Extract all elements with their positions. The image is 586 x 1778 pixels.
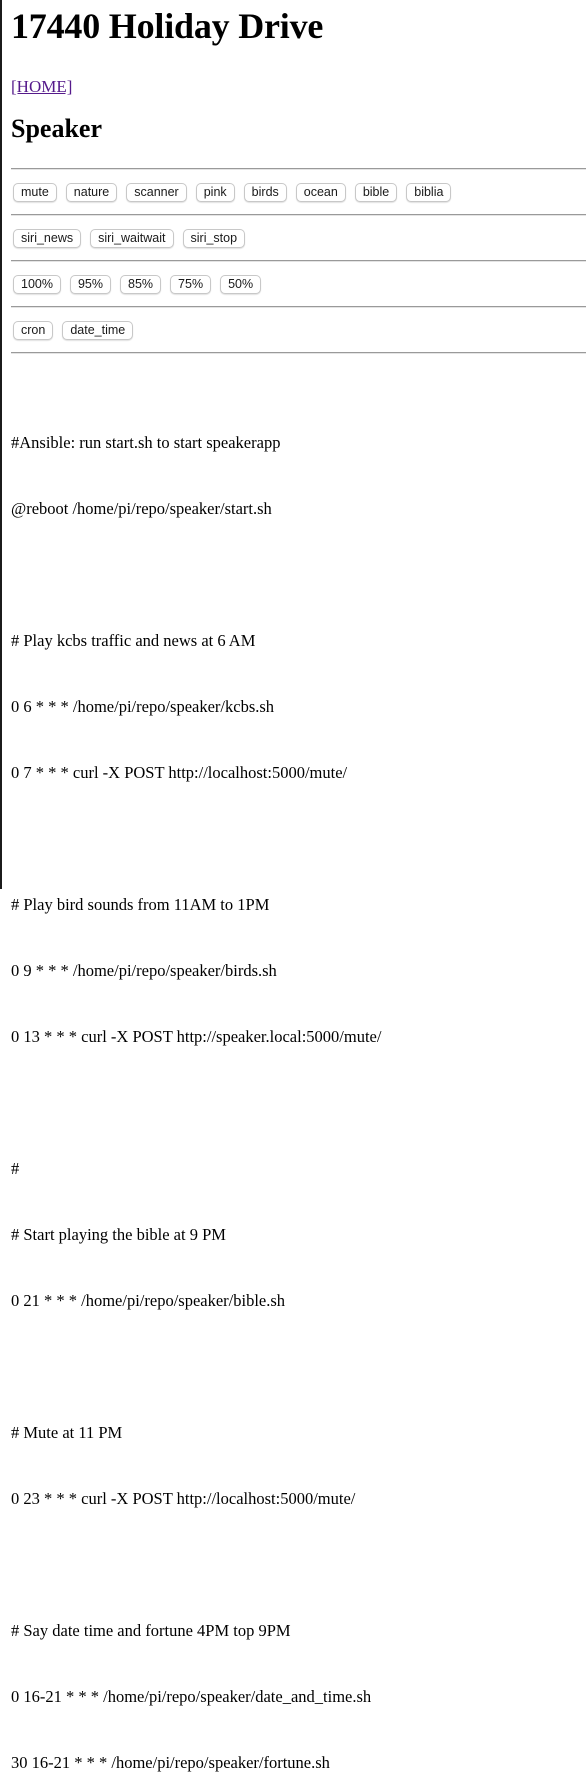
cron-line: # Say date time and fortune 4PM top 9PM bbox=[11, 1621, 291, 1640]
cron-line: # Play kcbs traffic and news at 6 AM bbox=[11, 631, 256, 650]
cron-line bbox=[11, 564, 575, 586]
mute-button[interactable]: mute bbox=[13, 182, 57, 202]
siri-waitwait-button[interactable]: siri_waitwait bbox=[90, 228, 174, 248]
cron-line: 0 13 * * * curl -X POST http://speaker.l… bbox=[11, 1027, 382, 1046]
siri-stop-button[interactable]: siri_stop bbox=[182, 228, 246, 248]
home-link[interactable]: [HOME] bbox=[11, 77, 72, 96]
volume-50-button[interactable]: 50% bbox=[220, 274, 262, 294]
cron-button[interactable]: cron bbox=[13, 320, 54, 340]
cron-line bbox=[11, 828, 575, 850]
cron-line: # Play bird sounds from 11AM to 1PM bbox=[11, 895, 270, 914]
cron-line: #Ansible: run start.sh to start speakera… bbox=[11, 433, 281, 452]
section-title-speaker: Speaker bbox=[11, 114, 102, 143]
cron-line: 0 21 * * * /home/pi/repo/speaker/bible.s… bbox=[11, 1291, 286, 1310]
cron-line bbox=[11, 1356, 575, 1378]
cron-line: # bbox=[11, 1159, 20, 1178]
ocean-button[interactable]: ocean bbox=[295, 182, 346, 202]
cron-line: 30 16-21 * * * /home/pi/repo/speaker/for… bbox=[11, 1753, 330, 1772]
volume-95-button[interactable]: 95% bbox=[69, 274, 112, 294]
cron-line: # Mute at 11 PM bbox=[11, 1423, 123, 1442]
button-row-tools: cron date_time bbox=[11, 308, 575, 352]
cron-line: # Start playing the bible at 9 PM bbox=[11, 1225, 226, 1244]
date-time-button[interactable]: date_time bbox=[62, 320, 134, 340]
volume-85-button[interactable]: 85% bbox=[120, 274, 162, 294]
home-link-container: [HOME] bbox=[11, 76, 575, 98]
cron-line: 0 7 * * * curl -X POST http://localhost:… bbox=[11, 763, 348, 782]
birds-button[interactable]: birds bbox=[243, 182, 287, 202]
page: 17440 Holiday Drive [HOME] Speaker mute … bbox=[0, 0, 586, 1778]
cron-line bbox=[11, 1092, 575, 1114]
button-row-siri: siri_news siri_waitwait siri_stop bbox=[11, 216, 575, 260]
cron-line: 0 16-21 * * * /home/pi/repo/speaker/date… bbox=[11, 1687, 372, 1706]
window-left-edge bbox=[0, 0, 2, 889]
cron-line: @reboot /home/pi/repo/speaker/start.sh bbox=[11, 499, 272, 518]
bible-button[interactable]: bible bbox=[354, 182, 398, 202]
cron-line: 0 9 * * * /home/pi/repo/speaker/birds.sh bbox=[11, 961, 277, 980]
scanner-button[interactable]: scanner bbox=[126, 182, 187, 202]
cron-line bbox=[11, 1554, 575, 1576]
page-title: 17440 Holiday Drive bbox=[11, 6, 324, 46]
nature-button[interactable]: nature bbox=[65, 182, 118, 202]
siri-news-button[interactable]: siri_news bbox=[13, 228, 82, 248]
cron-line: 0 6 * * * /home/pi/repo/speaker/kcbs.sh bbox=[11, 697, 275, 716]
crontab-listing: #Ansible: run start.sh to start speakera… bbox=[11, 388, 575, 1778]
divider bbox=[11, 352, 586, 354]
biblia-button[interactable]: biblia bbox=[406, 182, 452, 202]
volume-100-button[interactable]: 100% bbox=[13, 274, 61, 294]
volume-75-button[interactable]: 75% bbox=[170, 274, 212, 294]
cron-line: 0 23 * * * curl -X POST http://localhost… bbox=[11, 1489, 356, 1508]
pink-button[interactable]: pink bbox=[195, 182, 235, 202]
button-row-volume: 100% 95% 85% 75% 50% bbox=[11, 262, 575, 306]
button-row-sounds: mute nature scanner pink birds ocean bib… bbox=[11, 170, 575, 214]
